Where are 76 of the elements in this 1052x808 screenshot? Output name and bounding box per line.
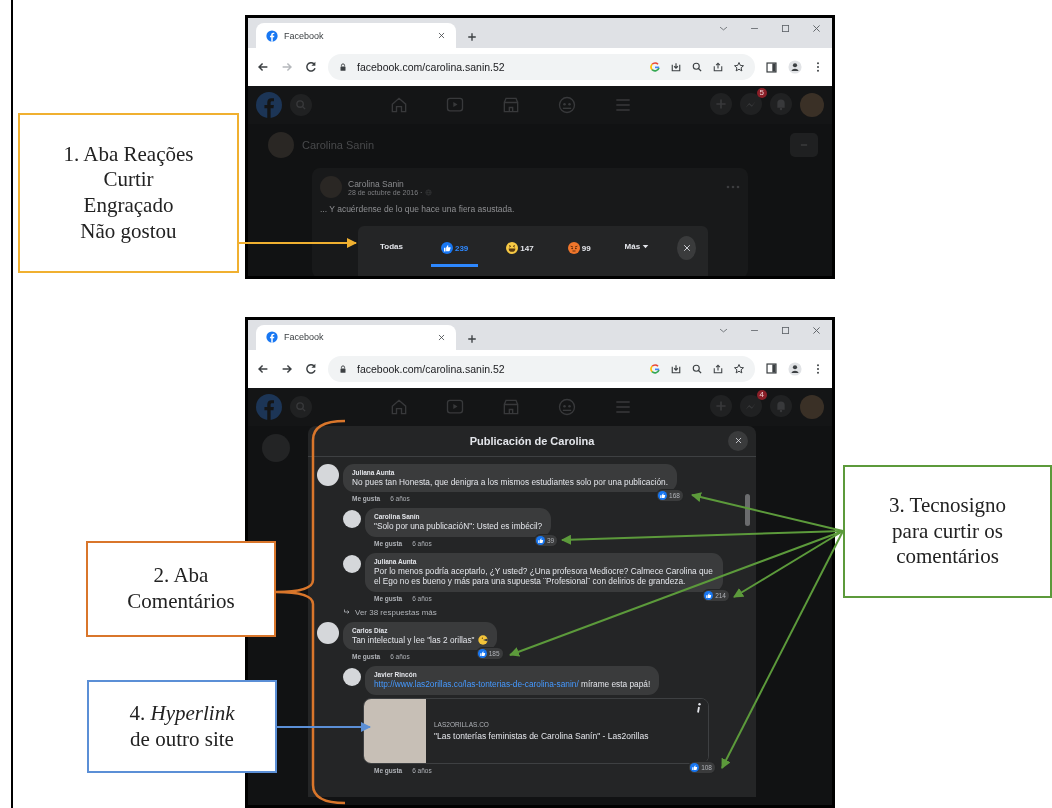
download-icon[interactable] — [670, 61, 682, 73]
hyperlink[interactable]: http://www.las2orillas.co/las-tonterias-de-carolina-sanin/ — [374, 679, 579, 690]
share-icon[interactable] — [712, 61, 724, 73]
callout-text: 1. Aba Reações Curtir Engraçado Não gostou — [63, 141, 194, 245]
download-icon[interactable] — [670, 362, 682, 375]
close-icon[interactable] — [437, 31, 446, 40]
like-icon — [690, 762, 700, 772]
close-icon[interactable] — [437, 332, 446, 342]
close-icon[interactable] — [811, 324, 822, 336]
browser-tab[interactable]: Facebook — [256, 324, 456, 350]
new-tab-icon[interactable] — [466, 31, 478, 43]
like-icon — [477, 649, 487, 659]
side-panel-icon[interactable] — [765, 362, 778, 376]
notification-badge: 5 — [756, 88, 767, 98]
back-icon[interactable] — [256, 60, 270, 74]
star-icon[interactable] — [733, 61, 745, 73]
callout-text: 4. Hyperlink de outro site — [129, 700, 235, 753]
callout-text: 3. Tecnosigno para curtir os comentários — [888, 493, 1007, 570]
avatar[interactable] — [317, 463, 339, 486]
reaction-tab[interactable]: 239 — [430, 236, 479, 267]
maximize-icon[interactable] — [780, 324, 791, 336]
like-icon — [704, 590, 714, 600]
preview-title: "Las tonterías feministas de Carolina Sanín" - Las2orillas — [434, 730, 650, 741]
zoom-icon[interactable] — [691, 362, 703, 375]
comment-text: No pues tan Honesta, que denigra a los mismos estudiantes solo por una publicación. — [352, 476, 668, 488]
reload-icon[interactable] — [304, 60, 318, 74]
google-g-icon[interactable] — [649, 362, 661, 375]
star-icon[interactable] — [733, 362, 745, 375]
close-button[interactable] — [728, 430, 748, 451]
close-icon — [681, 243, 692, 253]
facebook-logo-icon — [266, 29, 278, 42]
facebook-logo-icon — [266, 331, 278, 344]
reload-icon[interactable] — [304, 361, 318, 376]
browser-tab[interactable]: Facebook — [256, 23, 456, 48]
more-replies-link[interactable]: Ver 38 respuestas más — [343, 607, 746, 617]
notification-badge: 4 — [756, 389, 767, 400]
address-bar[interactable]: facebook.com/carolina.sanin.52 — [328, 54, 755, 80]
like-icon — [658, 491, 668, 501]
address-bar[interactable]: facebook.com/carolina.sanin.52 — [328, 355, 755, 382]
comment-text: Tan intelectual y lee "las 2 orillas" — [352, 634, 475, 646]
info-icon[interactable] — [696, 702, 702, 713]
profile-icon[interactable] — [788, 60, 802, 74]
reaction-tab[interactable]: 147 — [500, 236, 540, 267]
comment-text: Por lo menos podría aceptarlo, ¿Y usted? ¿Una profesora Mediocre? Calmece Carolina que el Ego no es bueno y más para una supuesta ¨Profesional¨ con delirios de grandeza. — [374, 565, 714, 587]
side-panel-icon[interactable] — [765, 60, 778, 74]
google-g-icon[interactable] — [649, 61, 661, 73]
profile-icon[interactable] — [788, 361, 802, 376]
maximize-icon[interactable] — [780, 23, 791, 34]
dialog-title: Publicación de Carolina — [469, 434, 595, 447]
laughing-face-icon — [506, 242, 519, 254]
reaction-tab[interactable]: Más — [618, 236, 656, 264]
new-tab-icon[interactable] — [466, 332, 478, 345]
photo-placeholder — [364, 698, 426, 763]
angry-face-icon — [567, 242, 580, 254]
reaction-tab[interactable]: Todas — [374, 236, 409, 264]
share-icon[interactable] — [712, 362, 724, 375]
comment-text: http://www.las2orillas.co/las-tonterias-de-carolina-sanin/ mírame esta papá! — [374, 679, 651, 690]
close-button[interactable] — [677, 236, 696, 260]
post-author[interactable]: Carolina Sanin — [348, 178, 720, 189]
avatar[interactable] — [343, 668, 361, 687]
like-icon — [536, 535, 545, 545]
comment-text: "Solo por una publicacióN": Usted es imbécil? — [374, 521, 543, 532]
close-icon — [733, 436, 743, 446]
close-icon[interactable] — [811, 23, 822, 34]
like-icon — [440, 242, 453, 254]
avatar[interactable] — [343, 554, 361, 573]
avatar[interactable] — [317, 621, 339, 644]
caret-icon — [642, 243, 650, 250]
lock-icon — [338, 363, 348, 374]
reaction-tab[interactable]: 99 — [561, 236, 597, 267]
zoom-icon[interactable] — [691, 61, 703, 73]
avatar[interactable] — [343, 510, 361, 529]
post-text: ... Y acuérdense de lo que hace una fiera asustada. — [320, 204, 516, 214]
scrollbar[interactable] — [745, 493, 750, 526]
lock-icon — [338, 62, 348, 72]
callout-text: 2. Aba Comentários — [127, 563, 235, 615]
